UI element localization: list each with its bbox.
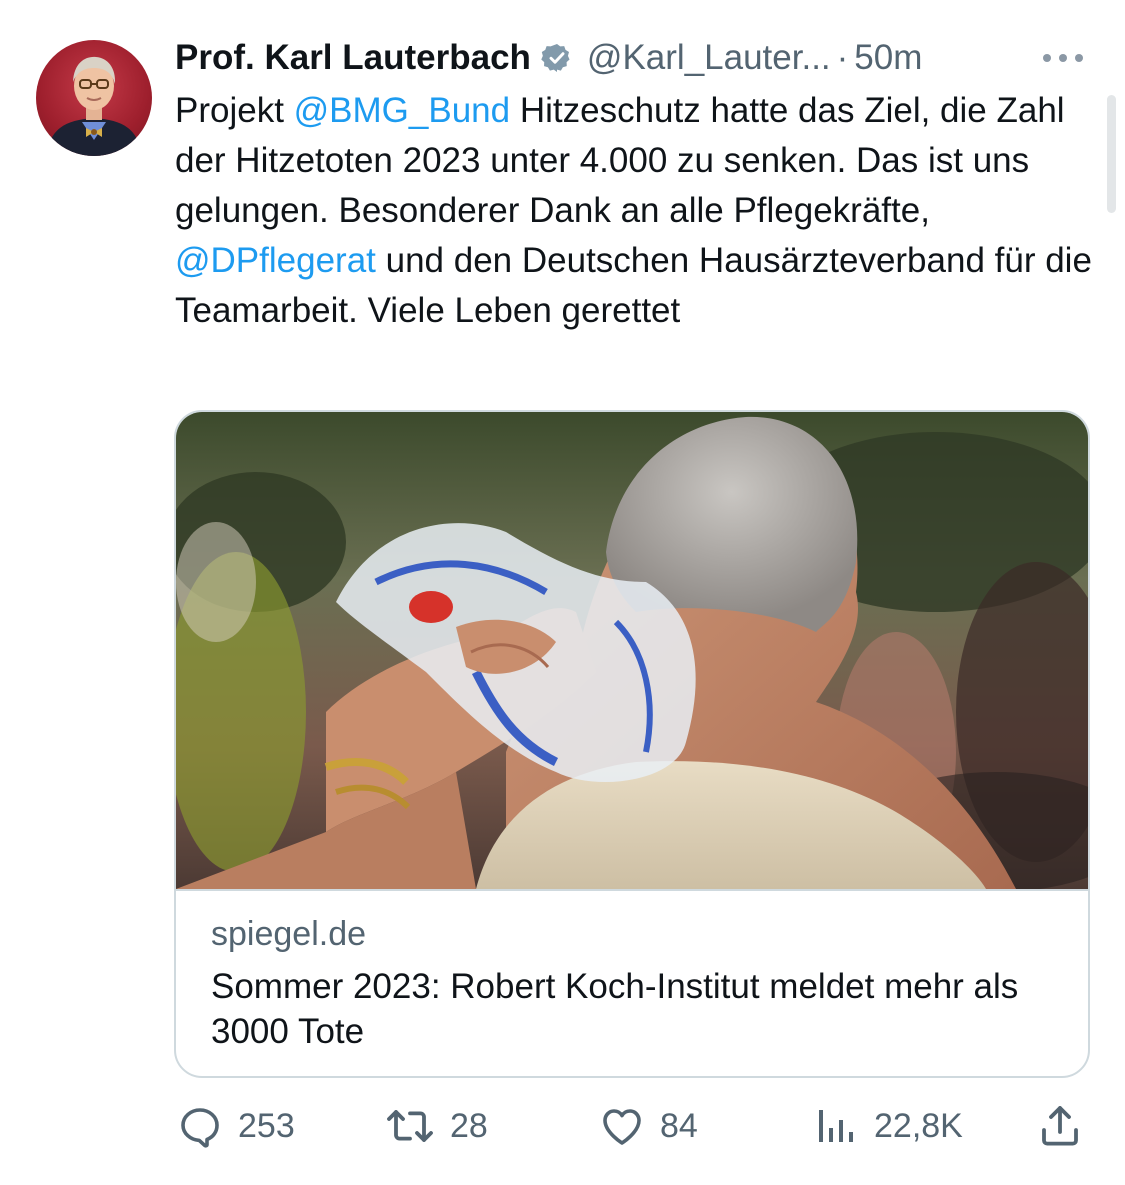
retweet-button[interactable]: 28: [384, 1100, 488, 1152]
verified-badge-icon: [541, 44, 570, 72]
views-button[interactable]: 22,8K: [812, 1100, 963, 1152]
avatar[interactable]: [36, 40, 152, 156]
share-button[interactable]: [1036, 1100, 1098, 1152]
author-handle[interactable]: @Karl_Lauter...: [587, 38, 831, 78]
retweet-icon: [387, 1110, 433, 1142]
reply-count: 253: [238, 1106, 295, 1145]
card-domain: spiegel.de: [211, 915, 367, 953]
link-preview-card[interactable]: spiegel.de Sommer 2023: Robert Koch-Inst…: [174, 410, 1090, 1078]
author-name[interactable]: Prof. Karl Lauterbach: [175, 38, 531, 78]
tweet-timestamp[interactable]: 50m: [854, 38, 922, 78]
like-count: 84: [660, 1106, 698, 1145]
header-separator: ·: [836, 38, 849, 77]
avatar-portrait: [46, 56, 142, 156]
heart-icon: [603, 1109, 641, 1145]
mention-link[interactable]: @BMG_Bund: [294, 91, 510, 130]
retweet-count: 28: [450, 1106, 488, 1145]
views-count: 22,8K: [874, 1106, 963, 1145]
tweet-text: Projekt @BMG_Bund Hitzeschutz hatte das …: [175, 86, 1095, 336]
tweet-text-segment: Projekt: [175, 91, 294, 130]
tweet-header: Prof. Karl Lauterbach @Karl_Lauter... · …: [175, 34, 1095, 82]
man-cooling-head-photo: [176, 412, 1088, 889]
reply-icon: [181, 1108, 219, 1148]
more-icon[interactable]: [1040, 48, 1086, 68]
reply-button[interactable]: 253: [176, 1100, 295, 1152]
like-button[interactable]: 84: [598, 1100, 698, 1152]
share-icon: [1042, 1106, 1078, 1146]
card-title: Sommer 2023: Robert Koch-Institut meldet…: [211, 967, 1019, 1051]
card-divider: [176, 889, 1088, 891]
mention-link[interactable]: @DPflegerat: [175, 241, 376, 280]
scrollbar[interactable]: [1107, 95, 1116, 213]
link-preview-image[interactable]: [176, 412, 1088, 889]
views-icon: [819, 1110, 853, 1142]
action-bar: 253 28 84 22,8K: [0, 1100, 1125, 1152]
